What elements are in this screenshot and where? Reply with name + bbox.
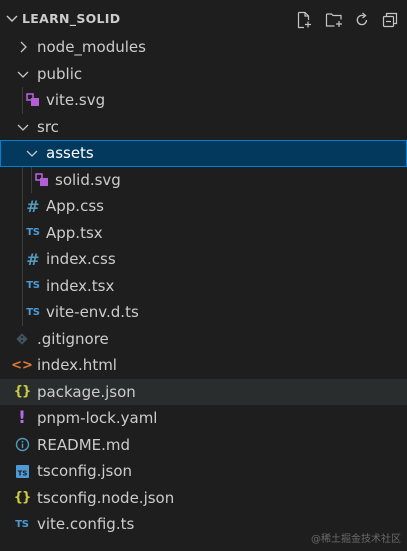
tsconfig-icon: TS [13,462,31,480]
tree-item-label: index.css [46,250,116,268]
tree-item-public[interactable]: public [0,61,407,88]
tree-item-label: App.css [46,197,104,215]
tree-item-label: package.json [37,382,136,401]
chevron-down-icon [24,145,40,161]
tree-item-index-html[interactable]: <> index.html [0,352,407,379]
svg-text:TS: TS [17,469,27,477]
tree-item-app-css[interactable]: # App.css [0,193,407,220]
collapse-all-icon[interactable] [379,9,401,31]
chevron-right-icon [15,39,31,55]
json-icon: {} [13,490,32,505]
tree-item-vite-svg[interactable]: vite.svg [0,87,407,114]
tree-item-src[interactable]: src [0,114,407,141]
yaml-icon: ! [18,408,26,428]
tree-item-label: solid.svg [55,170,121,189]
tree-item-label: pnpm-lock.yaml [37,409,158,427]
tree-item-node-modules[interactable]: node_modules [0,34,407,61]
watermark: @稀土掘金技术社区 [311,534,401,545]
typescript-icon: TS [15,518,29,530]
tree-item-vite-env-d-ts[interactable]: TS vite-env.d.ts [0,299,407,326]
tree-item-label: .gitignore [37,329,109,348]
chevron-down-icon[interactable] [4,10,20,26]
tree-item-readme-md[interactable]: README.md [0,432,407,459]
tree-item-label: vite.svg [46,91,106,109]
tree-item-label: App.tsx [46,223,103,242]
tree-item-label: public [37,64,83,83]
tree-item-label: index.tsx [46,276,115,295]
css-icon: # [26,196,40,216]
tree-item-label: vite-env.d.ts [46,303,139,321]
indent-guide [22,193,23,220]
svg-icon [33,171,51,189]
tree-item-label: tsconfig.node.json [37,488,175,507]
css-icon: # [26,249,40,269]
typescript-icon: TS [26,280,40,291]
tree-item-label: tsconfig.json [37,462,133,480]
indent-guide [22,299,23,326]
indent-guide [22,219,23,246]
tree-item-label: node_modules [37,38,146,56]
chevron-down-icon [15,119,31,135]
tree-item-label: vite.config.ts [37,515,135,533]
indent-guide [31,166,32,193]
indent-guide [22,166,23,193]
tree-item-solid-svg[interactable]: solid.svg [0,166,407,193]
refresh-icon[interactable] [351,9,373,31]
tree-item-index-css[interactable]: # index.css [0,246,407,273]
project-title: LEARN_SOLID [22,11,121,26]
chevron-down-icon [15,66,31,82]
html-icon: <> [11,357,33,373]
new-folder-icon[interactable] [323,9,345,31]
explorer-header[interactable]: LEARN_SOLID [0,7,407,33]
tree-item-label: src [37,117,59,136]
json-icon: {} [13,384,32,399]
file-explorer: LEARN_SOLID node_modules public vite.svg… [0,0,407,551]
typescript-icon: TS [26,306,40,318]
indent-guide [22,272,23,299]
tree-item-gitignore[interactable]: .gitignore [0,326,407,353]
tree-item-tsconfig-json[interactable]: TS tsconfig.json [0,458,407,485]
tree-item-package-json[interactable]: {} package.json [0,378,407,405]
tree-item-app-tsx[interactable]: TS App.tsx [0,219,407,246]
file-tree: node_modules public vite.svg src assets … [0,34,407,538]
info-icon [13,436,31,454]
new-file-icon[interactable] [293,9,315,31]
tree-item-label: assets [46,144,94,162]
typescript-icon: TS [26,227,40,238]
svg-icon [24,91,42,109]
git-icon [13,330,31,348]
tree-item-label: README.md [37,435,131,454]
tree-item-index-tsx[interactable]: TS index.tsx [0,272,407,299]
tree-item-tsconfig-node-json[interactable]: {} tsconfig.node.json [0,485,407,512]
tree-item-assets[interactable]: assets [0,140,407,167]
tree-item-pnpm-lock-yaml[interactable]: ! pnpm-lock.yaml [0,405,407,432]
indent-guide [22,87,23,114]
indent-guide [22,246,23,273]
tree-item-label: index.html [37,356,117,374]
